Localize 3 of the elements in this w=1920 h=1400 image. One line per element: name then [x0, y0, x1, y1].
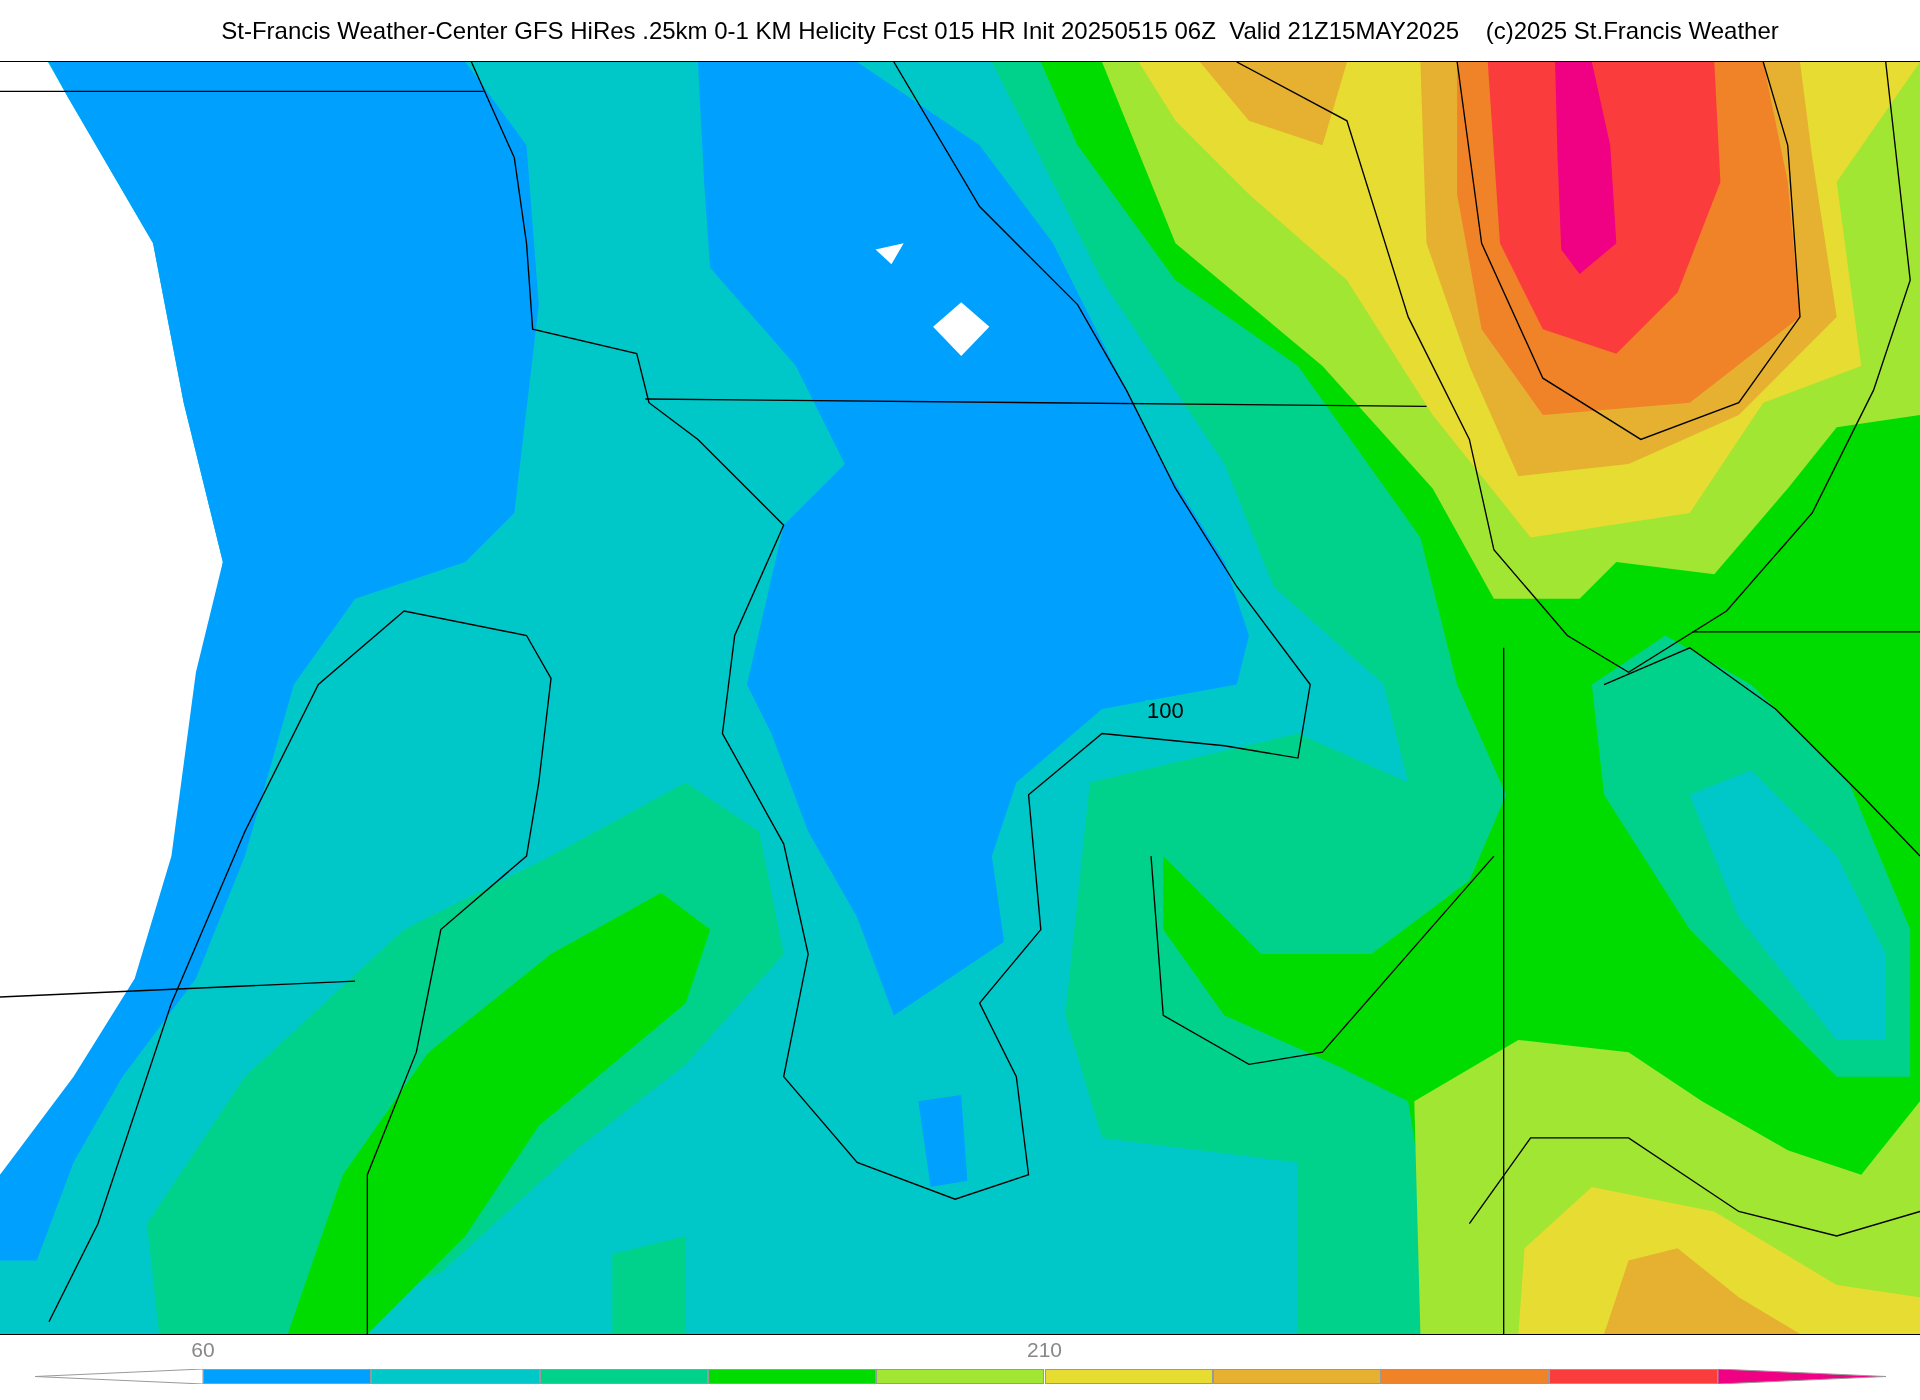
colorbar-label: 210 — [1027, 1339, 1062, 1360]
map-title: St-Francis Weather-Center GFS HiRes .25km 0-1 KM Helicity Fcst 015 HR Init 20250515 06Z Valid 21Z15MAY2025 (c)2025 St.Francis Weather — [221, 15, 1779, 46]
colorbar-label: 60 — [191, 1339, 215, 1360]
